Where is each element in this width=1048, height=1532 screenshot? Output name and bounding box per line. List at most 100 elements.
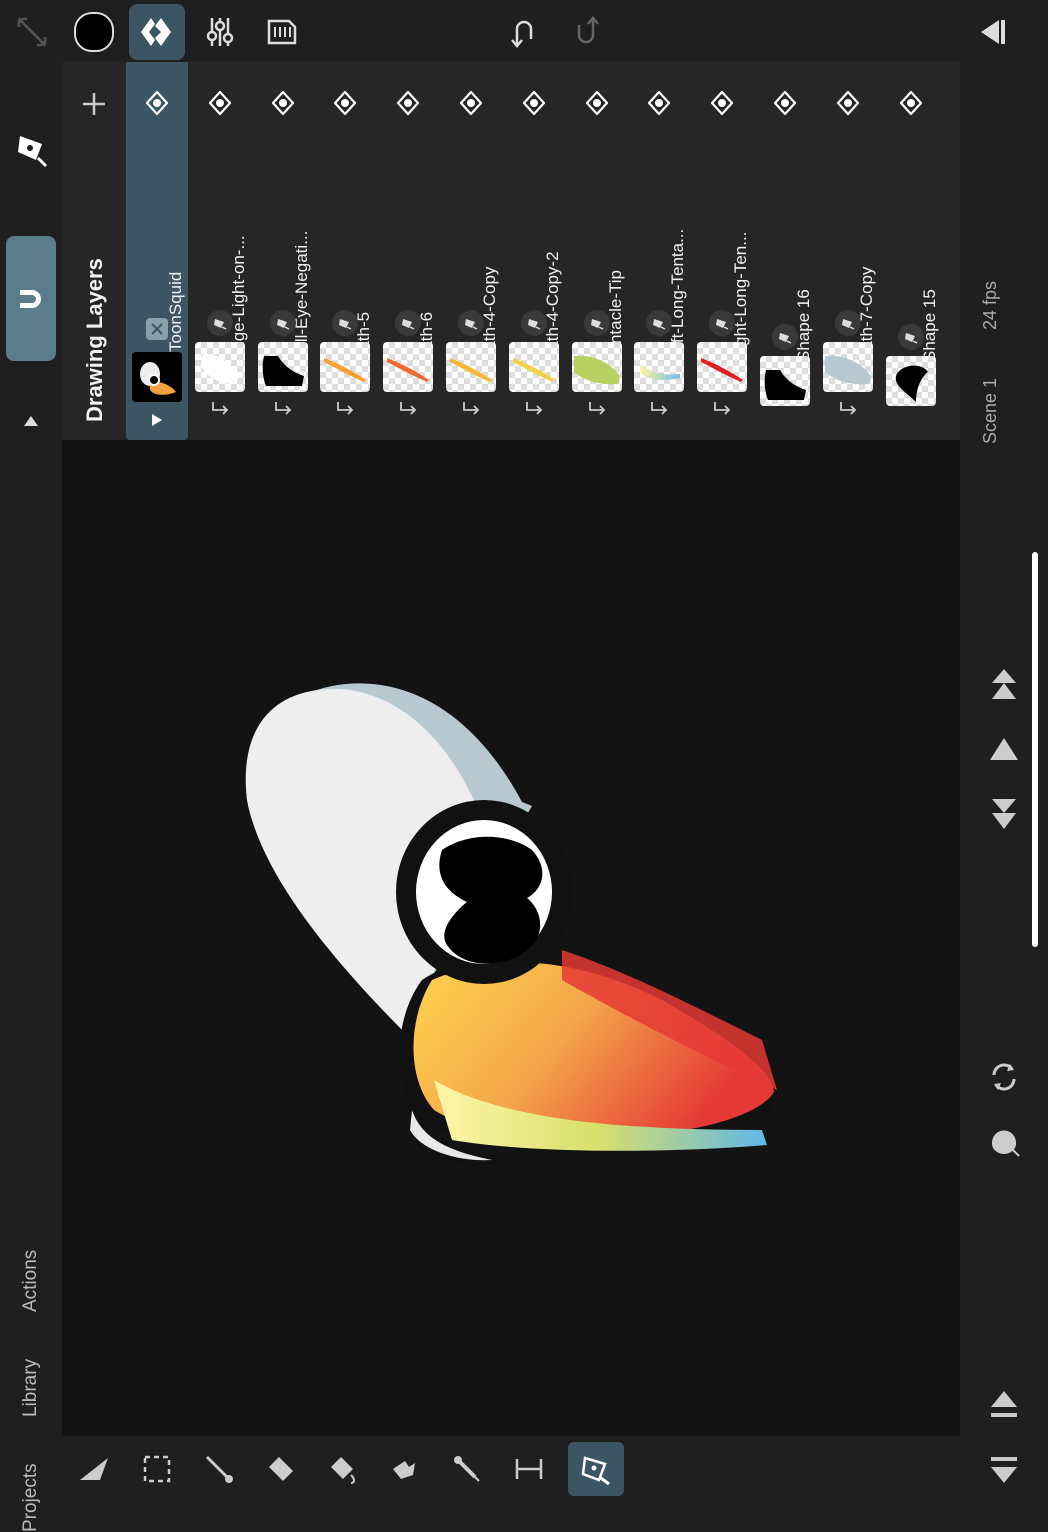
library-tab[interactable]: Library (20, 1359, 42, 1417)
layer-item[interactable]: Shape 15 (880, 62, 942, 440)
brush-tool-button[interactable] (192, 1442, 246, 1496)
fill-tool-button[interactable] (316, 1442, 370, 1496)
layer-item[interactable]: Path-6 (377, 62, 439, 440)
magnet-snap-button[interactable] (6, 236, 56, 361)
layer-thumbnail (760, 356, 810, 406)
visibility-icon[interactable] (332, 90, 358, 116)
layer-name: Edge-Light-on-... (228, 235, 248, 362)
eraser-tool-button[interactable] (254, 1442, 308, 1496)
timeline-button[interactable] (254, 4, 310, 60)
clip-mask-icon[interactable] (648, 400, 670, 416)
scroll-indicator[interactable] (1032, 552, 1038, 947)
collapse-panel-button[interactable] (964, 4, 1020, 60)
double-down-icon (992, 799, 1016, 829)
clip-mask-icon[interactable] (334, 400, 356, 416)
layer-item[interactable]: Path-5 (314, 62, 376, 440)
layer-thumbnail (132, 352, 182, 402)
layer-pen-icon[interactable] (395, 310, 422, 336)
layer-item[interactable]: Path-4-Copy-2 (503, 62, 565, 440)
projects-tab[interactable]: Projects (20, 1463, 42, 1532)
layer-item[interactable]: Tentacle-Tip (566, 62, 628, 440)
visibility-icon[interactable] (144, 90, 170, 116)
right-sidebar: 24 fps Scene 1 (960, 62, 1048, 1500)
move-to-bottom-button[interactable] (976, 790, 1032, 836)
layer-item[interactable]: Path-4-Copy (440, 62, 502, 440)
pen-tool-indicator[interactable] (12, 130, 52, 170)
layer-thumbnail (383, 342, 434, 392)
ruler-tool-button[interactable] (502, 1442, 556, 1496)
visibility-icon[interactable] (458, 90, 484, 116)
actions-tab[interactable]: Actions (20, 1250, 42, 1312)
layer-item[interactable]: ToonSquid (126, 62, 188, 440)
layer-pen-icon[interactable] (520, 310, 547, 336)
clip-mask-icon[interactable] (523, 400, 545, 416)
layer-pen-icon[interactable] (709, 310, 736, 336)
visibility-icon[interactable] (835, 90, 861, 116)
layer-item[interactable]: Full-Eye-Negati... (252, 62, 314, 440)
color-picker-button[interactable] (66, 4, 122, 60)
eyedropper-tool-button[interactable] (440, 1442, 494, 1496)
layer-item[interactable]: Path-7-Copy (817, 62, 879, 440)
visibility-icon[interactable] (898, 90, 924, 116)
clip-mask-icon[interactable] (711, 400, 733, 416)
clip-mask-icon[interactable] (272, 400, 294, 416)
visibility-icon[interactable] (207, 90, 233, 116)
panel-title: Drawing Layers (82, 258, 107, 422)
layer-item[interactable]: Right-Long-Ten... (691, 62, 753, 440)
empty-slot[interactable] (774, 400, 796, 416)
rotate-button[interactable] (976, 1054, 1032, 1100)
undo-button[interactable] (496, 4, 552, 60)
bottom-toolbar (62, 1436, 960, 1500)
scene-label[interactable]: Scene 1 (980, 378, 1001, 444)
group-icon[interactable] (146, 318, 168, 340)
move-to-top-button[interactable] (976, 662, 1032, 708)
empty-slot[interactable] (900, 400, 922, 416)
selection-tool-button[interactable] (130, 1442, 184, 1496)
visibility-icon[interactable] (521, 90, 547, 116)
collapse-icon (981, 20, 1005, 44)
add-layer-button[interactable] (80, 90, 108, 118)
selection-icon (143, 1455, 171, 1483)
eject-up-button[interactable] (976, 1382, 1032, 1428)
layers-button[interactable] (129, 4, 185, 60)
smudge-tool-button[interactable] (378, 1442, 432, 1496)
layer-item[interactable]: Shape 16 (754, 62, 816, 440)
layer-name: Path-4-Copy (480, 266, 499, 362)
layer-name: Right-Long-Ten... (731, 231, 751, 362)
fullscreen-icon[interactable] (4, 4, 60, 60)
visibility-icon[interactable] (584, 90, 610, 116)
layer-pen-icon[interactable] (772, 324, 798, 350)
clip-mask-icon[interactable] (397, 400, 419, 416)
layer-pen-icon[interactable] (269, 310, 296, 336)
visibility-icon[interactable] (709, 90, 735, 116)
smudge-icon (393, 1461, 415, 1479)
visibility-icon[interactable] (772, 90, 798, 116)
expand-arrow-icon[interactable] (22, 414, 40, 433)
adjustments-button[interactable] (192, 4, 248, 60)
pen-tool-button[interactable] (568, 1442, 624, 1496)
drawing-canvas[interactable] (62, 440, 960, 1436)
clip-mask-icon[interactable] (460, 400, 482, 416)
visibility-icon[interactable] (646, 90, 672, 116)
ruler-icon (515, 1459, 543, 1479)
move-up-button[interactable] (976, 726, 1032, 772)
redo-button[interactable] (558, 4, 614, 60)
layer-pen-icon[interactable] (897, 324, 924, 350)
clip-mask-icon[interactable] (837, 400, 859, 416)
layer-item[interactable]: Left-Long-Tenta... (628, 62, 690, 440)
eject-down-button[interactable] (976, 1446, 1032, 1492)
layer-pen-icon[interactable] (583, 310, 610, 336)
clip-mask-icon[interactable] (209, 400, 231, 416)
layer-item[interactable]: Edge-Light-on-... (189, 62, 251, 440)
visibility-icon[interactable] (270, 90, 296, 116)
expand-group-icon[interactable] (146, 412, 168, 428)
clip-mask-icon[interactable] (586, 400, 608, 416)
layer-pen-icon[interactable] (834, 310, 861, 336)
layer-pen-icon[interactable] (458, 310, 484, 336)
layer-pen-icon[interactable] (206, 310, 233, 336)
transform-tool-button[interactable] (68, 1442, 122, 1496)
layer-name: Tentacle-Tip (605, 270, 625, 362)
visibility-icon[interactable] (395, 90, 421, 116)
onion-skin-button[interactable] (976, 1118, 1032, 1164)
fps-label[interactable]: 24 fps (980, 281, 1001, 330)
